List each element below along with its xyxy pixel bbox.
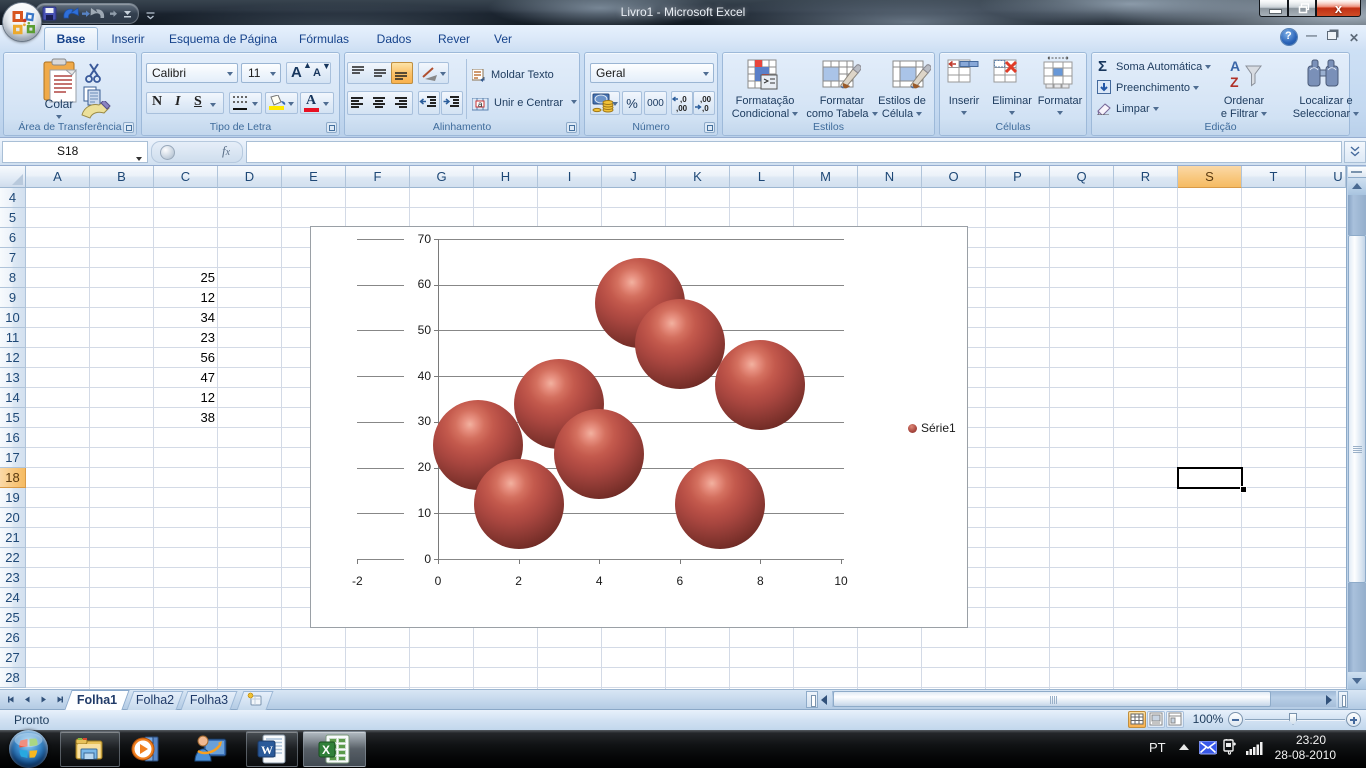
svg-text:Z: Z — [1230, 74, 1239, 90]
svg-text:a: a — [478, 100, 483, 109]
svg-text:,0: ,0 — [680, 95, 687, 104]
svg-text:,0: ,0 — [702, 104, 709, 113]
svg-text:A: A — [1230, 58, 1240, 74]
svg-text:,00: ,00 — [700, 95, 712, 104]
svg-text:X: X — [322, 743, 330, 757]
svg-text:W: W — [261, 743, 273, 757]
svg-text:,00: ,00 — [676, 104, 688, 113]
